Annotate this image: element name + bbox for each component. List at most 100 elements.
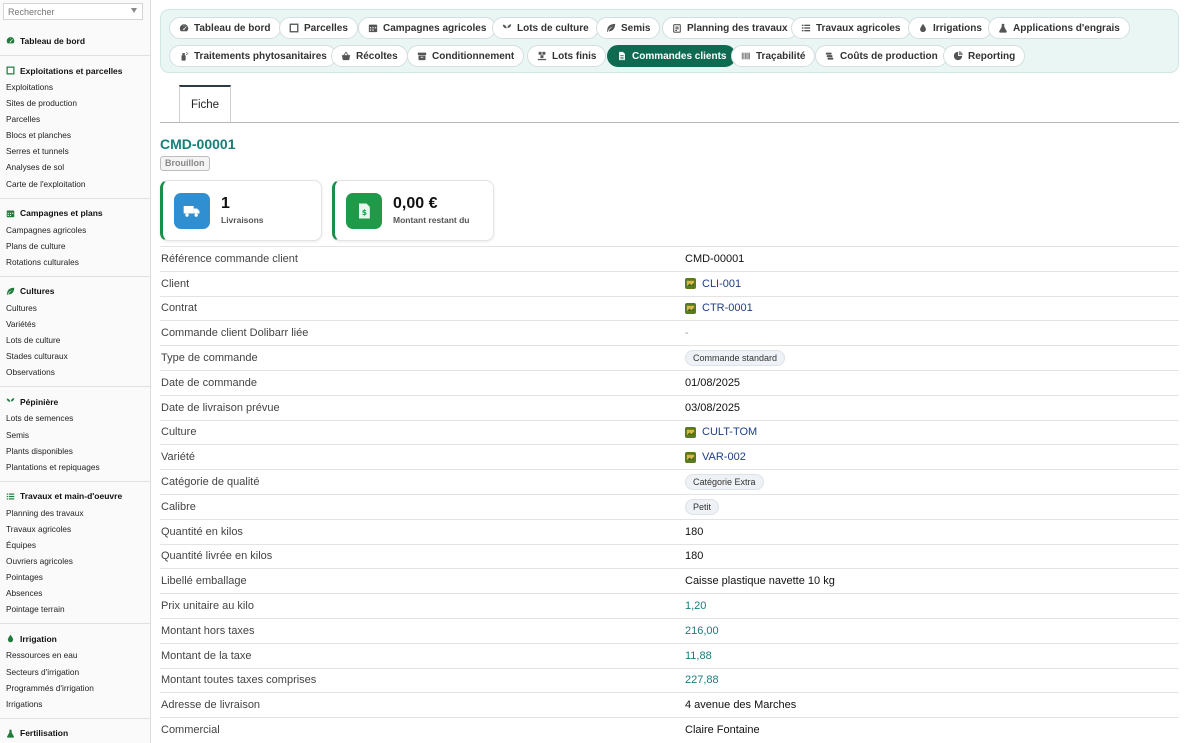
spray-icon [179, 51, 189, 61]
sidebar-item[interactable]: Plants disponibles [0, 443, 150, 459]
sidebar-item[interactable]: Plans de culture [0, 238, 150, 254]
record-fields: Référence commande client CMD-00001 Client… [160, 246, 1179, 742]
sidebar-item[interactable]: Programmés d'irrigation [0, 680, 150, 696]
sidebar-item[interactable]: Ressources en eau [0, 647, 150, 663]
tab-fiche[interactable]: Fiche [179, 85, 231, 123]
tab-campagnes-agricoles[interactable]: Campagnes agricoles [358, 17, 497, 39]
tab-semis[interactable]: Semis [596, 17, 661, 39]
sidebar-section-title[interactable]: Pépinière [0, 393, 150, 410]
sidebar-item[interactable]: Planning des travaux [0, 505, 150, 521]
field-value: CMD-00001 [685, 252, 745, 265]
sidebar-item[interactable]: Campagnes agricoles [0, 222, 150, 238]
tab-commandes-clients[interactable]: Commandes clients [607, 45, 737, 67]
field-label: Date de livraison prévue [161, 401, 280, 414]
sidebar-section-label: Tableau de bord [20, 35, 86, 46]
sidebar-section-title[interactable]: Fertilisation [0, 725, 150, 742]
sidebar-section-title[interactable]: Exploitations et parcelles [0, 62, 150, 79]
sidebar-item[interactable]: Variétés [0, 316, 150, 332]
field-link-text[interactable]: VAR-002 [702, 451, 746, 463]
field-row: Référence commande client CMD-00001 [160, 246, 1179, 271]
sidebar-item[interactable]: Ouvriers agricoles [0, 553, 150, 569]
sidebar-item[interactable]: Rotations culturales [0, 254, 150, 270]
tab-irrigations[interactable]: Irrigations [908, 17, 992, 39]
tab-planning-des-travaux[interactable]: Planning des travaux [662, 17, 798, 39]
sidebar-item[interactable]: Lots de semences [0, 410, 150, 426]
sidebar-item[interactable]: Sites de production [0, 95, 150, 111]
field-row: Prix unitaire au kilo 1,20 [160, 593, 1179, 618]
sidebar-item[interactable]: Secteurs d'irrigation [0, 664, 150, 680]
field-link-text[interactable]: CTR-0001 [702, 302, 753, 314]
sidebar: Tableau de bord Exploitations et parcelle… [0, 0, 151, 743]
tab-travaux-agricoles[interactable]: Travaux agricoles [791, 17, 911, 39]
tab-couts-de-production[interactable]: Coûts de production [815, 45, 948, 67]
sidebar-section-title[interactable]: Campagnes et plans [0, 205, 150, 222]
field-label: Type de commande [161, 352, 258, 365]
field-label: Calibre [161, 500, 196, 513]
field-label: Prix unitaire au kilo [161, 600, 254, 613]
deliveries-card[interactable]: 1 Livraisons [160, 180, 322, 241]
tab-tracabilite[interactable]: Traçabilité [731, 45, 816, 67]
sidebar-item[interactable]: Exploitations [0, 79, 150, 95]
sidebar-item[interactable]: Blocs et planches [0, 127, 150, 143]
sidebar-item[interactable]: Travaux agricoles [0, 521, 150, 537]
dashboard-icon [6, 36, 15, 45]
list-icon [801, 23, 811, 33]
sidebar-item[interactable]: Plantations et repiquages [0, 459, 150, 475]
truck-icon [174, 193, 210, 229]
sidebar-item[interactable]: Équipes [0, 537, 150, 553]
sidebar-item[interactable]: Parcelles [0, 111, 150, 127]
field-link-text[interactable]: CLI-001 [702, 278, 741, 290]
field-link-text[interactable]: CULT-TOM [702, 426, 757, 438]
sidebar-section: Travaux et main-d'oeuvre Planning des tra… [0, 482, 150, 625]
sidebar-item[interactable]: Pointage terrain [0, 601, 150, 617]
sidebar-item[interactable]: Absences [0, 585, 150, 601]
sidebar-item[interactable]: Irrigations [0, 696, 150, 712]
tab-label: Campagnes agricoles [383, 22, 487, 34]
field-link[interactable]: CTR-0001 [685, 302, 753, 314]
sidebar-item[interactable]: Observations [0, 364, 150, 380]
sidebar-item[interactable]: Serres et tunnels [0, 143, 150, 159]
sidebar-item[interactable]: Carte de l'exploitation [0, 176, 150, 192]
field-row: Montant hors taxes 216,00 [160, 617, 1179, 643]
sidebar-item[interactable]: Stades culturaux [0, 348, 150, 364]
tab-applications-d-engrais[interactable]: Applications d'engrais [988, 17, 1130, 39]
tab-label: Lots finis [552, 50, 597, 62]
sidebar-item[interactable]: Analyses de sol [0, 159, 150, 175]
chevron-down-icon[interactable] [131, 8, 137, 13]
sidebar-item[interactable]: Pointages [0, 569, 150, 585]
sidebar-item[interactable]: Semis [0, 427, 150, 443]
sidebar-section-label: Campagnes et plans [20, 208, 103, 219]
status-badge: Brouillon [160, 156, 210, 171]
sprout-icon [6, 397, 15, 406]
field-link[interactable]: CLI-001 [685, 278, 741, 290]
tab-traitements-phytosanitaires[interactable]: Traitements phytosanitaires [169, 45, 337, 67]
module-tabs: Tableau de bord Parcelles Campagnes agrico… [160, 9, 1179, 73]
tab-label: Lots de culture [517, 22, 589, 34]
sidebar-section-title[interactable]: Irrigation [0, 630, 150, 647]
tab-reporting[interactable]: Reporting [943, 45, 1026, 67]
field-label: Culture [161, 426, 197, 439]
tab-label: Reporting [968, 50, 1016, 62]
tab-tableau-de-bord[interactable]: Tableau de bord [169, 17, 281, 39]
tab-parcelles[interactable]: Parcelles [279, 17, 358, 39]
field-value: 11,88 [685, 649, 712, 662]
field-link[interactable]: VAR-002 [685, 451, 746, 463]
sidebar-section-title[interactable]: Cultures [0, 283, 150, 300]
tab-lots-de-culture[interactable]: Lots de culture [492, 17, 599, 39]
sidebar-section-label: Exploitations et parcelles [20, 65, 123, 76]
sidebar-item[interactable]: Lots de culture [0, 332, 150, 348]
tab-recoltes[interactable]: Récoltes [331, 45, 408, 67]
tab-lots-finis[interactable]: Lots finis [527, 45, 607, 67]
search-input[interactable] [8, 6, 128, 17]
drop-icon [6, 634, 15, 643]
amount-due-card[interactable]: $ 0,00 € Montant restant du [332, 180, 494, 241]
sidebar-section-title[interactable]: Travaux et main-d'oeuvre [0, 488, 150, 505]
sidebar-section-title[interactable]: Tableau de bord [0, 32, 150, 49]
tab-conditionnement[interactable]: Conditionnement [407, 45, 525, 67]
tab-label: Planning des travaux [687, 22, 788, 34]
sidebar-item[interactable]: Cultures [0, 300, 150, 316]
field-link[interactable]: CULT-TOM [685, 426, 757, 438]
field-label: Montant de la taxe [161, 649, 252, 662]
search-box[interactable] [3, 3, 143, 20]
coins-icon [825, 51, 835, 61]
